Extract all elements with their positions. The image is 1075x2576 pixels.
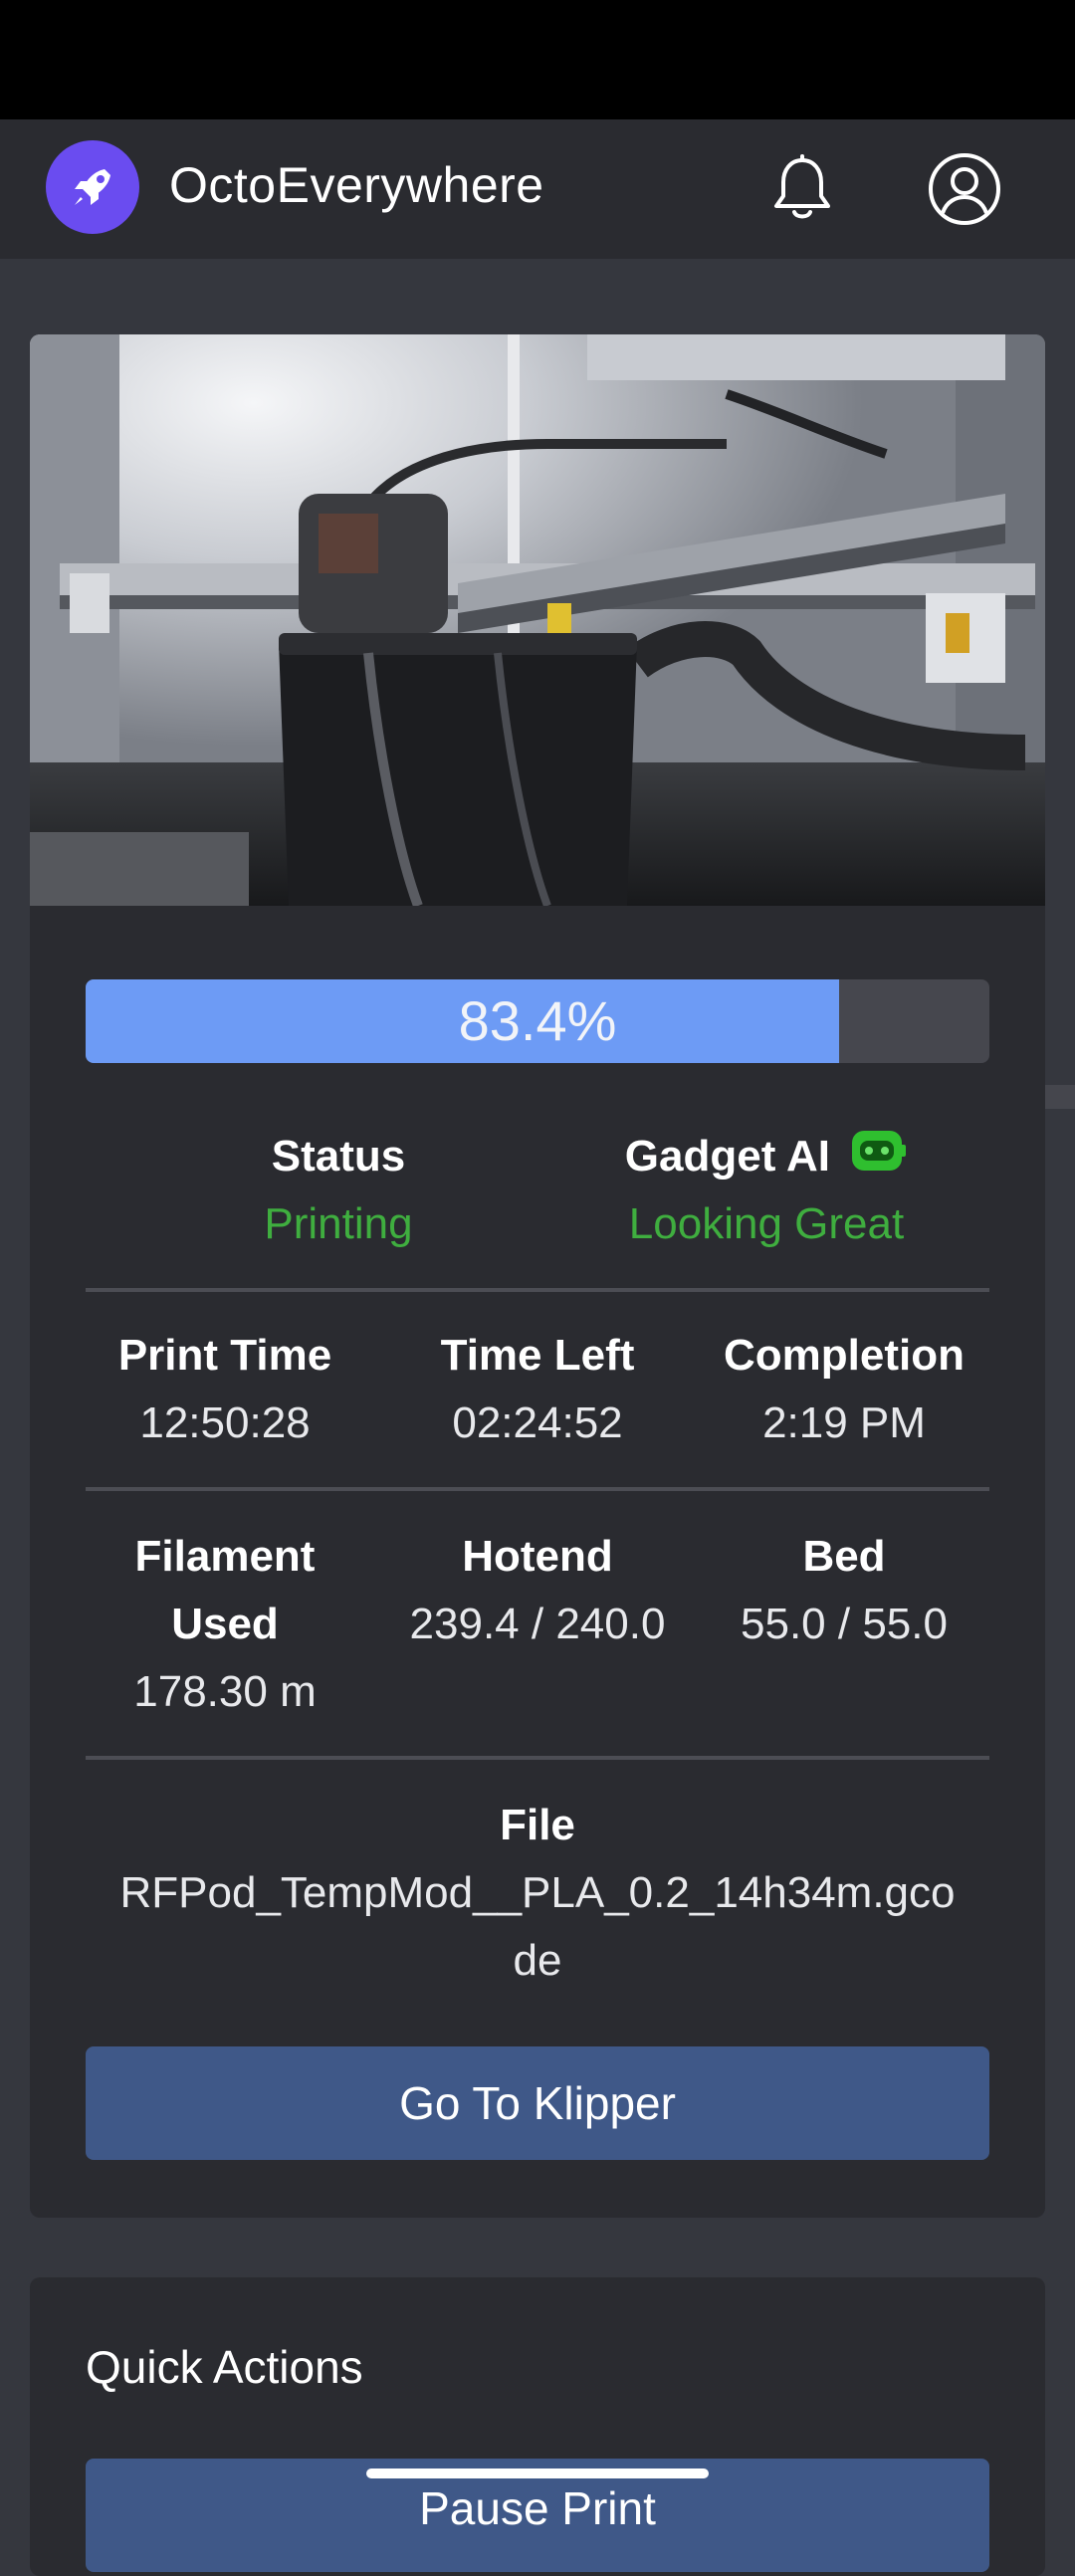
- rocket-logo-icon[interactable]: [46, 140, 139, 234]
- filament-used-label-line1: Filament: [134, 1532, 316, 1581]
- completion-value: 2:19 PM: [762, 1398, 926, 1447]
- print-time-label: Print Time: [117, 1331, 332, 1380]
- print-time-value: 12:50:28: [139, 1398, 311, 1447]
- status-label: Status: [271, 1132, 406, 1181]
- app-header: OctoEverywhere: [0, 119, 1075, 259]
- background-decoration: [1045, 378, 1075, 1871]
- file-name-line2: de: [513, 1936, 562, 1985]
- hotend-label: Hotend: [462, 1532, 613, 1581]
- bed-label: Bed: [802, 1532, 886, 1581]
- user-circle-icon[interactable]: [925, 149, 1004, 229]
- file-label: File: [500, 1801, 575, 1849]
- time-left-label: Time Left: [440, 1331, 635, 1380]
- webcam-stream[interactable]: [30, 334, 1045, 906]
- completion-label: Completion: [724, 1331, 965, 1380]
- quick-actions-card: Quick Actions Pause Print: [30, 2277, 1045, 2576]
- print-progress-bar: 83.4%: [86, 979, 989, 1063]
- quick-actions-title: Quick Actions: [86, 2341, 363, 2393]
- gadget-ai-label: Gadget AI: [528, 1123, 1005, 1192]
- file-name-line1: RFPod_TempMod__PLA_0.2_14h34m.gco: [119, 1868, 956, 1917]
- time-left-value: 02:24:52: [452, 1398, 623, 1447]
- gadget-ai-label-text: Gadget AI: [624, 1132, 830, 1181]
- progress-label: 83.4%: [458, 989, 617, 1052]
- divider: [86, 1288, 989, 1292]
- bed-value: 55.0 / 55.0: [741, 1600, 948, 1648]
- system-status-bar: [0, 0, 1075, 119]
- gadget-ai-value: Looking Great: [628, 1199, 905, 1248]
- divider: [86, 1487, 989, 1491]
- hotend-value: 239.4 / 240.0: [409, 1600, 666, 1648]
- status-value: Printing: [264, 1199, 413, 1248]
- robot-face-icon[interactable]: [848, 1125, 908, 1192]
- bell-icon[interactable]: [764, 151, 840, 227]
- go-to-klipper-button[interactable]: Go To Klipper: [86, 2046, 989, 2160]
- printer-status-card: 83.4% Status Printing Gadget AI Looking …: [30, 334, 1045, 2218]
- filament-used-value: 178.30 m: [133, 1667, 317, 1716]
- divider: [86, 1756, 989, 1760]
- home-indicator[interactable]: [366, 2469, 709, 2478]
- app-title: OctoEverywhere: [169, 157, 544, 213]
- filament-used-label-line2: Used: [171, 1600, 279, 1648]
